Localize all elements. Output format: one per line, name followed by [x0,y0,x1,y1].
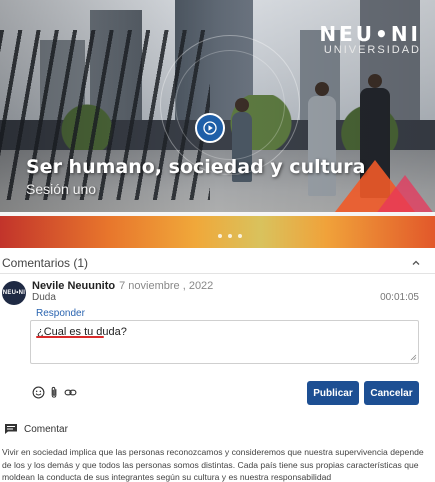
session-description: Vivir en sociedad implica que las person… [2,447,424,482]
comment-date: 7 noviembre , 2022 [119,280,214,292]
comments-header[interactable]: Comentarios (1) [0,252,435,274]
play-button[interactable] [195,113,225,143]
carousel-dot[interactable] [238,234,242,238]
brand-subtitle: UNIVERSIDAD [323,44,421,56]
video-player[interactable]: NEU•NI UNIVERSIDAD Ser humano, sociedad … [0,0,435,248]
carousel-dot[interactable] [218,234,222,238]
video-ring-decoration [175,50,285,160]
video-title: Ser humano, sociedad y cultura [26,156,366,178]
comment-type: Duda [32,292,56,303]
carousel-dots[interactable] [218,234,242,238]
avatar: NEU•NI [2,281,26,305]
attachment-button[interactable] [48,386,61,399]
attachment-icon [51,386,57,398]
comment-section-label: Comentar [24,423,68,435]
carousel-dot[interactable] [228,234,232,238]
comment-toolbar [32,386,77,399]
reply-input[interactable]: ¿Cual es tu duda? [30,320,419,364]
resize-handle-icon[interactable] [410,354,417,361]
chevron-up-icon[interactable] [411,258,421,268]
cancel-button[interactable]: Cancelar [364,381,419,405]
comment-section-header[interactable]: Comentar [4,423,68,435]
link-icon [64,389,77,396]
spellcheck-underline [36,336,104,338]
comment-author-name: Nevile Neuunito [32,280,116,292]
video-subtitle: Sesión uno [26,181,97,197]
video-triangle-decoration [375,175,435,215]
emoji-button[interactable] [32,386,45,399]
comment-icon [5,424,17,434]
comments-count-label: Comentarios (1) [2,255,89,270]
comment-timestamp[interactable]: 00:01:05 [380,292,419,303]
brand-logo: NEU•NI UNIVERSIDAD [319,22,421,56]
video-color-band [0,216,435,248]
link-button[interactable] [64,386,77,399]
reply-link[interactable]: Responder [36,308,85,319]
publish-button[interactable]: Publicar [307,381,359,405]
comment-author: Nevile Neuunito 7 noviembre , 2022 [32,280,213,292]
emoji-icon [32,386,45,399]
brand-name: NEU•NI [319,22,421,46]
play-icon [203,121,217,135]
